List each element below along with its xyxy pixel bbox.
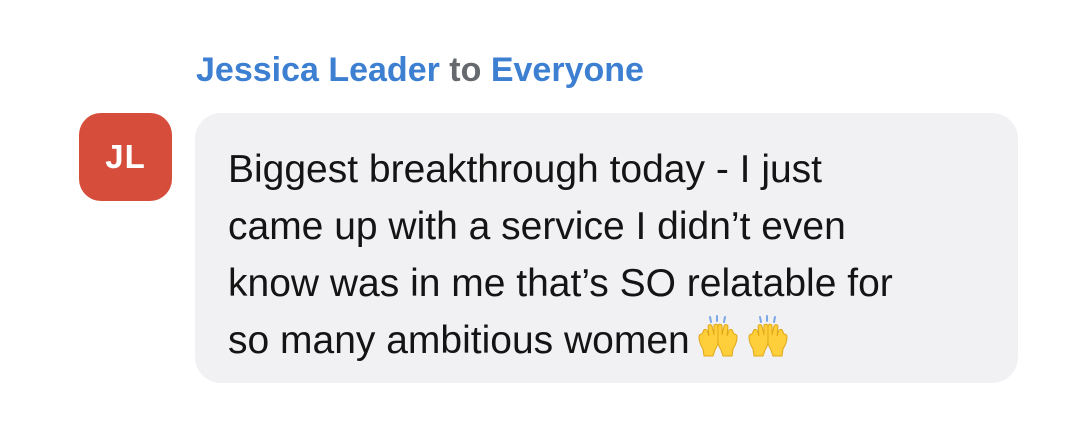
recipient-name[interactable]: Everyone	[491, 51, 644, 89]
message-text: Biggest breakthrough today - I just came…	[228, 141, 998, 369]
message-line: so many ambitious women	[228, 312, 998, 369]
chat-message-bubble: Biggest breakthrough today - I just came…	[195, 113, 1018, 383]
message-line-text: so many ambitious women	[228, 319, 690, 362]
raising-hands-icon	[746, 315, 790, 359]
recipient-connector: to	[449, 51, 482, 89]
message-line: came up with a service I didn’t even	[228, 205, 846, 248]
sender-name[interactable]: Jessica Leader	[196, 51, 440, 89]
avatar-initials: JL	[105, 138, 146, 175]
avatar[interactable]: JL	[79, 113, 172, 201]
message-line: Biggest breakthrough today - I just	[228, 148, 823, 191]
message-header: Jessica Leader to Everyone	[196, 50, 644, 90]
message-line: know was in me that’s SO relatable for	[228, 262, 893, 305]
raising-hands-icon	[696, 315, 740, 359]
